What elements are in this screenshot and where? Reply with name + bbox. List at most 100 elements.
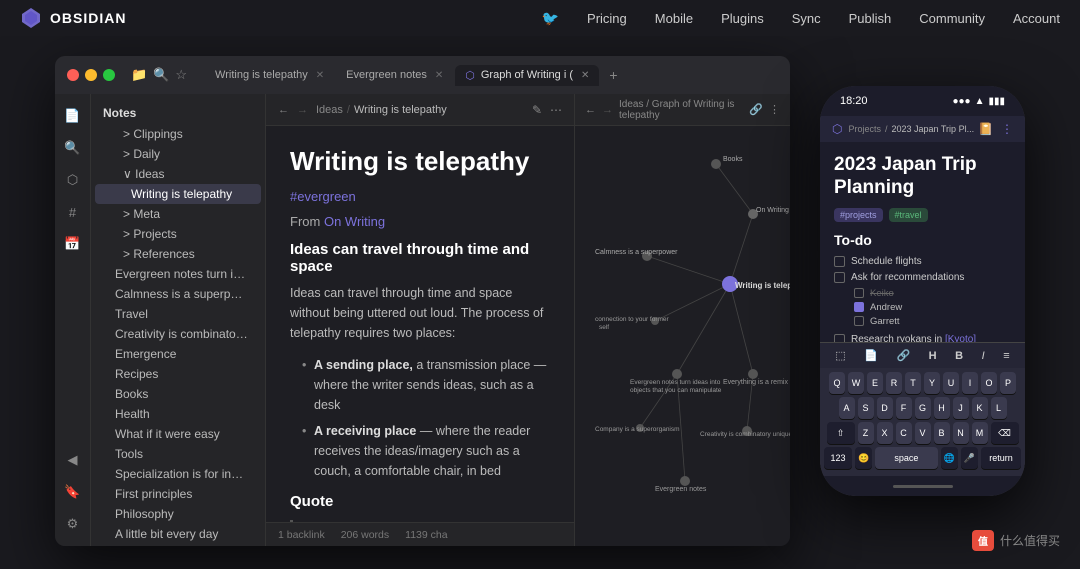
key-j[interactable]: J <box>953 397 969 419</box>
file-writing-telepathy[interactable]: Writing is telepathy <box>95 184 261 204</box>
file-what-if[interactable]: What if it were easy <box>95 424 261 444</box>
key-w[interactable]: W <box>848 372 864 394</box>
key-h[interactable]: H <box>934 397 950 419</box>
kyoto-link[interactable]: [Kyoto] <box>945 334 976 342</box>
file-calmness[interactable]: Calmness is a superpower <box>95 284 261 304</box>
graph-link-icon[interactable]: 🔗 <box>749 103 763 116</box>
file-ideas-folder[interactable]: ∨ Ideas <box>95 164 261 184</box>
key-z[interactable]: Z <box>858 422 874 444</box>
file-1000-fans[interactable]: 1,000 true fans <box>95 544 261 546</box>
twitter-icon[interactable]: 🐦 <box>542 10 559 27</box>
sidebar-icon-search[interactable]: 🔍 <box>59 134 87 162</box>
sidebar-icon-settings[interactable]: ⚙ <box>59 510 87 538</box>
graph-forward-icon[interactable]: → <box>602 104 613 116</box>
file-references[interactable]: > References <box>95 244 261 264</box>
graph-more-icon[interactable]: ⋮ <box>769 103 780 116</box>
file-recipes[interactable]: Recipes <box>95 364 261 384</box>
nav-account[interactable]: Account <box>1013 11 1060 26</box>
kb-tool-link[interactable]: 🔗 <box>892 347 914 364</box>
key-y[interactable]: Y <box>924 372 940 394</box>
file-creativity[interactable]: Creativity is combinatory u... <box>95 324 261 344</box>
kb-tool-list[interactable]: ≡ <box>999 348 1013 364</box>
close-button[interactable] <box>67 69 79 81</box>
key-c[interactable]: C <box>896 422 912 444</box>
tab-close-2[interactable]: ✕ <box>581 70 589 81</box>
nav-pricing[interactable]: Pricing <box>587 11 627 26</box>
file-meta[interactable]: > Meta <box>95 204 261 224</box>
phone-checkbox-0[interactable] <box>834 256 845 267</box>
key-n[interactable]: N <box>953 422 969 444</box>
file-little-bit[interactable]: A little bit every day <box>95 524 261 544</box>
key-backspace[interactable]: ⌫ <box>991 422 1019 444</box>
phone-note-icon[interactable]: 📔 <box>978 122 993 136</box>
key-m[interactable]: M <box>972 422 988 444</box>
kb-tool-heading[interactable]: H <box>925 348 941 364</box>
minimize-button[interactable] <box>85 69 97 81</box>
new-tab-button[interactable]: + <box>601 63 625 87</box>
kb-tool-doc[interactable]: 📄 <box>860 347 882 364</box>
key-f[interactable]: F <box>896 397 912 419</box>
search-icon[interactable]: 🔍 <box>153 67 169 83</box>
share-icon[interactable]: ⋯ <box>550 103 562 117</box>
file-travel[interactable]: Travel <box>95 304 261 324</box>
key-d[interactable]: D <box>877 397 893 419</box>
phone-sub-checkbox-keiko[interactable] <box>854 288 864 298</box>
phone-checkbox-1[interactable] <box>834 272 845 283</box>
sidebar-icon-files[interactable]: 📄 <box>59 102 87 130</box>
sidebar-icon-graph[interactable]: ⬡ <box>59 166 87 194</box>
file-tools[interactable]: Tools <box>95 444 261 464</box>
key-globe[interactable]: 🌐 <box>941 447 958 469</box>
key-u[interactable]: U <box>943 372 959 394</box>
tab-writing-telepathy[interactable]: Writing is telepathy ✕ <box>205 65 334 85</box>
kb-tool-grid[interactable]: ⬚ <box>831 347 849 364</box>
sidebar-icon-back[interactable]: ◀ <box>59 446 87 474</box>
edit-icon[interactable]: ✎ <box>532 103 542 117</box>
back-nav-icon[interactable]: ← <box>278 104 289 116</box>
star-icon[interactable]: ☆ <box>175 67 187 83</box>
nav-publish[interactable]: Publish <box>849 11 892 26</box>
key-emoji[interactable]: 😊 <box>855 447 872 469</box>
phone-checkbox-2[interactable] <box>834 334 845 342</box>
file-clippings[interactable]: > Clippings <box>95 124 261 144</box>
key-t[interactable]: T <box>905 372 921 394</box>
kb-tool-italic[interactable]: I <box>978 348 989 364</box>
file-emergence[interactable]: Emergence <box>95 344 261 364</box>
key-p[interactable]: P <box>1000 372 1016 394</box>
key-123[interactable]: 123 <box>824 447 852 469</box>
key-o[interactable]: O <box>981 372 997 394</box>
tab-close-0[interactable]: ✕ <box>316 70 324 81</box>
file-daily[interactable]: > Daily <box>95 144 261 164</box>
key-s[interactable]: S <box>858 397 874 419</box>
tab-evergreen-notes[interactable]: Evergreen notes ✕ <box>336 65 453 85</box>
key-r[interactable]: R <box>886 372 902 394</box>
key-x[interactable]: X <box>877 422 893 444</box>
key-space[interactable]: space <box>875 447 937 469</box>
file-health[interactable]: Health <box>95 404 261 424</box>
tab-close-1[interactable]: ✕ <box>435 70 443 81</box>
folder-icon[interactable]: 📁 <box>131 67 147 83</box>
nav-community[interactable]: Community <box>919 11 985 26</box>
key-k[interactable]: K <box>972 397 988 419</box>
sidebar-icon-calendar[interactable]: 📅 <box>59 230 87 258</box>
key-l[interactable]: L <box>991 397 1007 419</box>
kb-tool-bold[interactable]: B <box>951 348 967 364</box>
key-return[interactable]: return <box>981 447 1021 469</box>
key-shift[interactable]: ⇧ <box>827 422 855 444</box>
key-q[interactable]: Q <box>829 372 845 394</box>
graph-back-icon[interactable]: ← <box>585 104 596 116</box>
file-philosophy[interactable]: Philosophy <box>95 504 261 524</box>
phone-tag-projects[interactable]: #projects <box>834 208 883 222</box>
file-evergreen-notes-turn[interactable]: Evergreen notes turn ideas... <box>95 264 261 284</box>
key-v[interactable]: V <box>915 422 931 444</box>
key-b[interactable]: B <box>934 422 950 444</box>
editor-content[interactable]: Writing is telepathy #evergreen From On … <box>266 126 574 522</box>
on-writing-link[interactable]: On Writing <box>324 214 385 229</box>
key-e[interactable]: E <box>867 372 883 394</box>
forward-nav-icon[interactable]: → <box>297 104 308 116</box>
file-specialization[interactable]: Specialization is for insects <box>95 464 261 484</box>
key-g[interactable]: G <box>915 397 931 419</box>
tab-graph[interactable]: ⬡ Graph of Writing i ( ✕ <box>455 65 599 86</box>
sidebar-icon-tags[interactable]: # <box>59 198 87 226</box>
key-mic[interactable]: 🎤 <box>961 447 978 469</box>
file-first-principles[interactable]: First principles <box>95 484 261 504</box>
